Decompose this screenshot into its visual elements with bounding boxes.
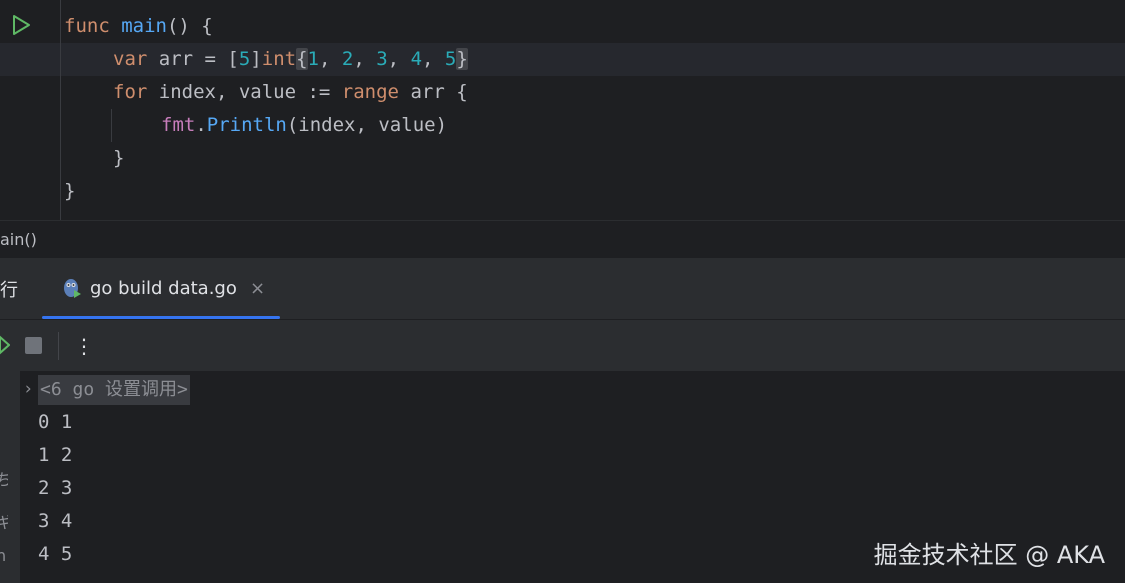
code-line-2: var arr = [5]int{1, 2, 3, 4, 5} — [113, 43, 468, 76]
type-keyword: int — [261, 48, 297, 70]
rerun-icon[interactable] — [0, 335, 10, 355]
indent-guide — [111, 109, 112, 142]
output-line: 1 2 — [38, 444, 73, 466]
code-text: . — [195, 114, 207, 136]
more-vertical-icon[interactable]: ⋮ — [74, 332, 94, 360]
play-icon[interactable] — [10, 14, 32, 36]
code-text: () { — [166, 15, 213, 37]
gutter-divider — [60, 0, 61, 220]
side-toolbar-glyph[interactable]: n — [0, 546, 8, 565]
code-text: (index, value) — [286, 114, 448, 136]
number-literal: 2 — [341, 48, 354, 70]
keyword: for — [113, 81, 148, 103]
toolbar-separator — [58, 332, 59, 360]
chevron-right-icon[interactable]: › — [23, 379, 33, 399]
tab-go-build[interactable]: go build data.go × — [42, 258, 280, 319]
tool-window-title: 行 — [0, 280, 18, 301]
gopher-run-icon — [64, 279, 81, 298]
folded-region[interactable]: <6 go 设置调用> — [38, 375, 190, 405]
code-text: , — [422, 48, 445, 70]
keyword: func — [64, 15, 110, 37]
code-text: index, value := — [147, 81, 342, 103]
code-text: , — [387, 48, 411, 70]
console-side-toolbar: ち ギ n — [0, 371, 20, 583]
run-toolbar: ⋮ — [0, 319, 1125, 372]
code-line-5: } — [113, 142, 124, 175]
code-text: , — [318, 48, 342, 70]
stop-icon[interactable] — [25, 337, 42, 354]
number-literal: 4 — [410, 48, 423, 70]
code-line-3: for index, value := range arr { — [113, 76, 468, 109]
tab-label: go build data.go — [90, 278, 237, 299]
watermark: 掘金技术社区 @ AKA — [873, 541, 1105, 569]
code-text: arr { — [399, 81, 468, 103]
side-toolbar-glyph[interactable]: ち — [0, 466, 8, 490]
code-text: ] — [250, 48, 262, 70]
output-line: 0 1 — [38, 411, 73, 433]
code-text: } — [64, 180, 76, 202]
breadcrumb-bar: ain() — [0, 220, 1125, 259]
code-editor[interactable]: func main() { var arr = [5]int{1, 2, 3, … — [0, 0, 1125, 220]
code-text: arr = [ — [147, 48, 239, 70]
matched-brace: { — [296, 48, 308, 70]
output-line: 2 3 — [38, 477, 73, 499]
number-literal: 3 — [376, 48, 388, 70]
code-line-6: } — [64, 175, 75, 208]
function-name: main — [121, 15, 167, 37]
code-text: } — [113, 147, 125, 169]
output-line: 4 5 — [38, 543, 73, 565]
keyword: range — [341, 81, 399, 103]
close-icon[interactable]: × — [250, 278, 265, 299]
number-literal: 5 — [238, 48, 251, 70]
code-line-4: fmt.Println(index, value) — [161, 109, 447, 142]
number-literal: 1 — [307, 48, 319, 70]
side-toolbar-glyph[interactable]: ギ — [0, 509, 8, 533]
code-text: , — [353, 48, 377, 70]
output-line: 3 4 — [38, 510, 73, 532]
keyword: var — [113, 48, 148, 70]
code-line-1: func main() { — [64, 10, 213, 43]
package-name: fmt — [161, 114, 196, 136]
breadcrumb[interactable]: ain() — [0, 230, 37, 249]
function-name: Println — [206, 114, 287, 136]
run-tool-window-header: 行 go build data.go × — [0, 258, 1125, 319]
number-literal: 5 — [444, 48, 457, 70]
matched-brace: } — [456, 48, 468, 70]
